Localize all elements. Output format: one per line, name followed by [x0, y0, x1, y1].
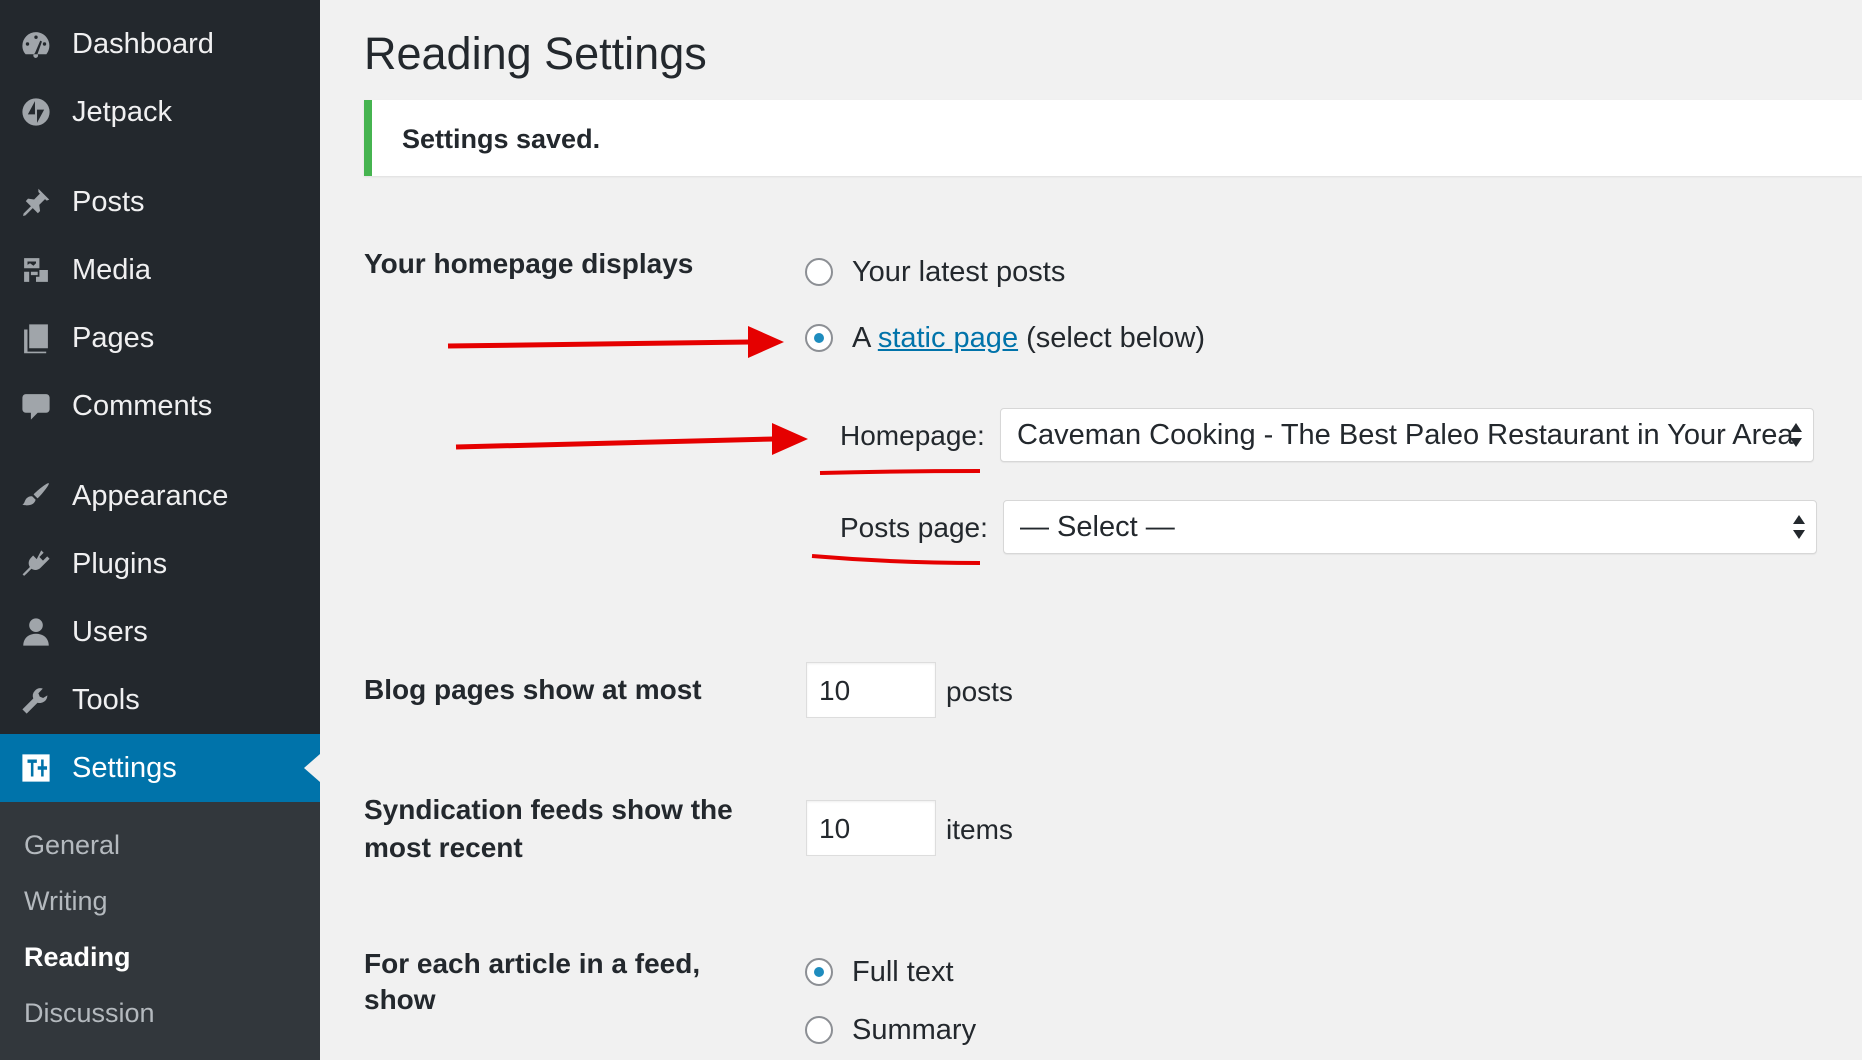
summary-label: Summary: [852, 1014, 977, 1046]
homepage-select-label: Homepage:: [840, 420, 985, 451]
feed-article-label-line1: For each article in a feed,: [364, 948, 701, 979]
menu-label: Settings: [72, 751, 177, 784]
menu-item-plugins[interactable]: Plugins: [0, 530, 320, 598]
latest-posts-label: Your latest posts: [852, 256, 1066, 288]
posts-page-select-label: Posts page:: [840, 512, 988, 543]
homepage-select-value: Caveman Cooking - The Best Paleo Restaur…: [1017, 419, 1794, 451]
annotation-arrow-homepage-shaft: [455, 436, 775, 450]
page-title: Reading Settings: [364, 28, 707, 79]
dashboard-icon: [18, 26, 54, 62]
posts-suffix: posts: [946, 676, 1013, 707]
menu-item-posts[interactable]: Posts: [0, 168, 320, 236]
latest-posts-radio[interactable]: [805, 258, 833, 286]
settings-icon: [18, 750, 54, 786]
submenu-item-writing[interactable]: Writing: [24, 886, 108, 917]
syndication-label-line2: most recent: [364, 832, 523, 863]
main-content: Reading Settings Settings saved. Your ho…: [320, 0, 1862, 1060]
annotation-underline-posts-page: [811, 554, 981, 565]
items-suffix: items: [946, 814, 1013, 845]
posts-per-page-input[interactable]: 10: [806, 662, 936, 718]
static-page-label: A static page (select below): [852, 322, 1205, 355]
annotation-arrow-static-page-head: [748, 326, 784, 358]
menu-label: Dashboard: [72, 27, 214, 60]
menu-label: Comments: [72, 389, 213, 422]
select-arrows-icon: [1790, 423, 1802, 447]
posts-per-page-value: 10: [819, 675, 851, 706]
posts-page-select-value: — Select —: [1020, 511, 1175, 543]
feed-items-value: 10: [819, 813, 851, 844]
static-page-prefix: A: [852, 322, 870, 354]
jetpack-icon: [18, 94, 54, 130]
full-text-radio[interactable]: [805, 958, 833, 986]
menu-item-tools[interactable]: Tools: [0, 666, 320, 734]
menu-label: Plugins: [72, 547, 168, 580]
menu-item-appearance[interactable]: Appearance: [0, 462, 320, 530]
menu-item-settings[interactable]: Settings: [0, 734, 320, 802]
syndication-label-line1: Syndication feeds show the: [364, 794, 733, 825]
settings-saved-notice: Settings saved.: [364, 100, 1862, 176]
submenu-item-discussion[interactable]: Discussion: [24, 998, 155, 1029]
feed-article-label-line2: show: [364, 984, 436, 1015]
menu-label: Tools: [72, 683, 140, 716]
annotation-arrow-homepage-head: [772, 423, 808, 455]
feed-items-input[interactable]: 10: [806, 800, 936, 856]
annotation-underline-homepage: [819, 469, 981, 475]
summary-radio[interactable]: [805, 1016, 833, 1044]
menu-label: Media: [72, 253, 151, 286]
plugin-icon: [18, 546, 54, 582]
static-page-radio[interactable]: [805, 324, 833, 352]
full-text-label: Full text: [852, 956, 954, 988]
static-page-suffix: (select below): [1026, 322, 1206, 354]
submenu-item-reading[interactable]: Reading: [24, 942, 131, 973]
notice-text: Settings saved.: [402, 124, 601, 154]
select-arrows-icon: [1793, 515, 1805, 539]
menu-item-jetpack[interactable]: Jetpack: [0, 78, 320, 146]
menu-item-users[interactable]: Users: [0, 598, 320, 666]
wrench-icon: [18, 682, 54, 718]
static-page-link[interactable]: static page: [878, 322, 1018, 354]
homepage-displays-label: Your homepage displays: [364, 248, 694, 279]
admin-sidebar: Dashboard Jetpack Posts Media Pages Comm…: [0, 0, 320, 1060]
menu-label: Posts: [72, 185, 145, 218]
paintbrush-icon: [18, 478, 54, 514]
comment-icon: [18, 388, 54, 424]
pin-icon: [18, 184, 54, 220]
menu-item-dashboard[interactable]: Dashboard: [0, 10, 320, 78]
menu-item-comments[interactable]: Comments: [0, 372, 320, 440]
active-pointer: [304, 754, 320, 782]
menu-label: Jetpack: [72, 95, 172, 128]
annotation-arrow-static-page-shaft: [447, 339, 751, 349]
menu-label: Pages: [72, 321, 155, 354]
blog-pages-label: Blog pages show at most: [364, 674, 702, 705]
menu-item-pages[interactable]: Pages: [0, 304, 320, 372]
posts-page-select[interactable]: — Select —: [1003, 500, 1817, 554]
menu-label: Users: [72, 615, 148, 648]
menu-item-media[interactable]: Media: [0, 236, 320, 304]
submenu-item-general[interactable]: General: [24, 830, 120, 861]
homepage-select[interactable]: Caveman Cooking - The Best Paleo Restaur…: [1000, 408, 1814, 462]
user-icon: [18, 614, 54, 650]
media-icon: [18, 252, 54, 288]
pages-icon: [18, 320, 54, 356]
settings-submenu: General Writing Reading Discussion: [0, 802, 320, 1060]
menu-label: Appearance: [72, 479, 229, 512]
